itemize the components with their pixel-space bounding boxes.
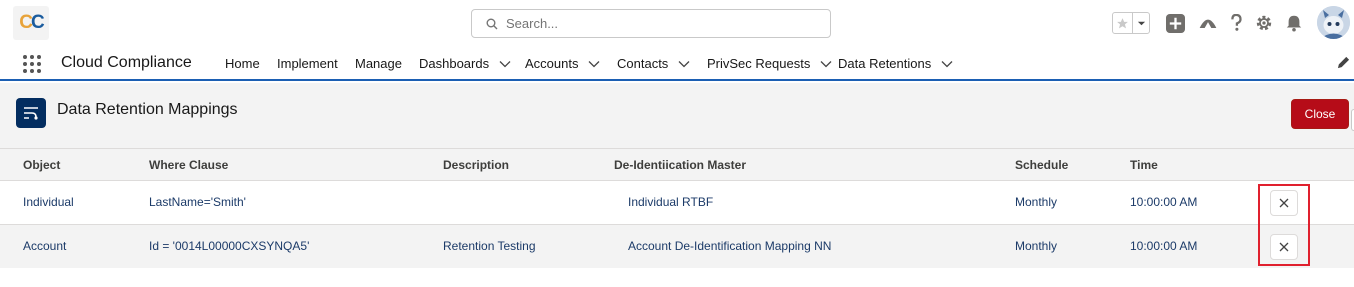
cell-where-clause: Id = '0014L00000CXSYNQA5' xyxy=(149,239,310,253)
chevron-down-icon[interactable] xyxy=(820,60,832,68)
app-logo[interactable]: CC xyxy=(13,6,49,40)
nav-item-label: Home xyxy=(225,56,260,71)
trailhead-icon xyxy=(1199,19,1217,28)
global-actions-button[interactable] xyxy=(1164,12,1186,34)
nav-item-home[interactable]: Home xyxy=(225,56,260,71)
cell-description: Retention Testing xyxy=(443,239,536,253)
nav-item-accounts[interactable]: Accounts xyxy=(525,56,600,71)
app-launcher-icon[interactable] xyxy=(23,55,41,73)
cell-object: Individual xyxy=(23,195,74,209)
cell-schedule: Monthly xyxy=(1015,239,1058,253)
chevron-down-icon[interactable] xyxy=(941,60,953,68)
logo-letter-1: C xyxy=(19,12,33,33)
nav-item-label: Dashboards xyxy=(419,56,490,71)
table-header: Object Where Clause Description De-Ident… xyxy=(0,149,1354,181)
gear-icon xyxy=(1256,15,1272,31)
help-icon xyxy=(1231,14,1242,31)
chevron-down-icon[interactable] xyxy=(499,60,511,68)
cell-object: Account xyxy=(23,239,67,253)
mappings-table: Object Where Clause Description De-Ident… xyxy=(0,148,1354,269)
chevron-down-icon xyxy=(1137,21,1145,25)
delete-row-button[interactable] xyxy=(1270,234,1298,260)
cell-where-clause: LastName='Smith' xyxy=(149,195,246,209)
nav-item-dashboards[interactable]: Dashboards xyxy=(419,56,511,71)
nav-item-label: Implement xyxy=(277,56,338,71)
column-header-where-clause: Where Clause xyxy=(149,158,229,172)
close-button[interactable]: Close xyxy=(1291,99,1349,129)
bell-icon xyxy=(1286,15,1302,32)
avatar[interactable] xyxy=(1317,6,1350,39)
page-title: Data Retention Mappings xyxy=(57,101,238,118)
global-header: CC xyxy=(0,0,1354,47)
nav-item-manage[interactable]: Manage xyxy=(355,56,402,71)
nav-item-label: PrivSec Requests xyxy=(707,56,811,71)
nav-item-label: Manage xyxy=(355,56,402,71)
app-name: Cloud Compliance xyxy=(61,54,192,71)
column-header-schedule: Schedule xyxy=(1015,158,1069,172)
table-row: Account Id = '0014L00000CXSYNQA5' Retent… xyxy=(0,225,1354,269)
pencil-icon xyxy=(1337,56,1350,69)
help-button[interactable] xyxy=(1225,12,1247,34)
favorites-group xyxy=(1112,12,1150,34)
nav-item-privsec-requests[interactable]: PrivSec Requests xyxy=(707,56,832,71)
app-navigation-bar: Cloud Compliance Home Implement Manage D… xyxy=(0,47,1354,81)
nav-item-data-retentions[interactable]: Data Retentions xyxy=(838,56,953,71)
chevron-down-icon[interactable] xyxy=(678,60,690,68)
nav-item-implement[interactable]: Implement xyxy=(277,56,338,71)
cell-time: 10:00:00 AM xyxy=(1130,239,1198,253)
column-header-time: Time xyxy=(1130,158,1158,172)
setup-button[interactable] xyxy=(1253,12,1275,34)
close-icon xyxy=(1279,198,1289,208)
cell-master: Individual RTBF xyxy=(628,195,714,209)
column-header-object: Object xyxy=(23,158,61,172)
delete-row-button[interactable] xyxy=(1270,190,1298,216)
nav-item-contacts[interactable]: Contacts xyxy=(617,56,690,71)
notifications-button[interactable] xyxy=(1283,12,1305,34)
cell-master: Account De-Identification Mapping NN xyxy=(628,239,832,253)
favorites-button[interactable] xyxy=(1113,13,1133,33)
edit-nav-button[interactable] xyxy=(1337,56,1350,74)
close-icon xyxy=(1279,242,1289,252)
plus-icon xyxy=(1165,13,1185,33)
chevron-down-icon[interactable] xyxy=(588,60,600,68)
table-empty-area xyxy=(0,268,1354,287)
mapping-icon xyxy=(16,98,46,128)
cell-schedule: Monthly xyxy=(1015,195,1058,209)
logo-letter-2: C xyxy=(31,12,45,33)
nav-item-label: Accounts xyxy=(525,56,579,71)
cell-time: 10:00:00 AM xyxy=(1130,195,1198,209)
nav-item-label: Contacts xyxy=(617,56,669,71)
table-row: Individual LastName='Smith' Individual R… xyxy=(0,181,1354,225)
star-icon xyxy=(1117,17,1128,28)
favorites-menu-button[interactable] xyxy=(1133,13,1149,33)
global-search[interactable] xyxy=(471,9,831,38)
nav-item-label: Data Retentions xyxy=(838,56,932,71)
search-input[interactable] xyxy=(506,13,816,34)
column-header-description: Description xyxy=(443,158,510,172)
data-retention-mappings-panel: Data Retention Mappings Close Object Whe… xyxy=(0,83,1354,287)
search-icon xyxy=(486,18,498,30)
panel-header: Data Retention Mappings Close xyxy=(0,83,1354,148)
user-avatar-icon xyxy=(1317,6,1350,39)
column-header-master: De-Identiication Master xyxy=(614,158,747,172)
trailhead-button[interactable] xyxy=(1197,12,1219,34)
